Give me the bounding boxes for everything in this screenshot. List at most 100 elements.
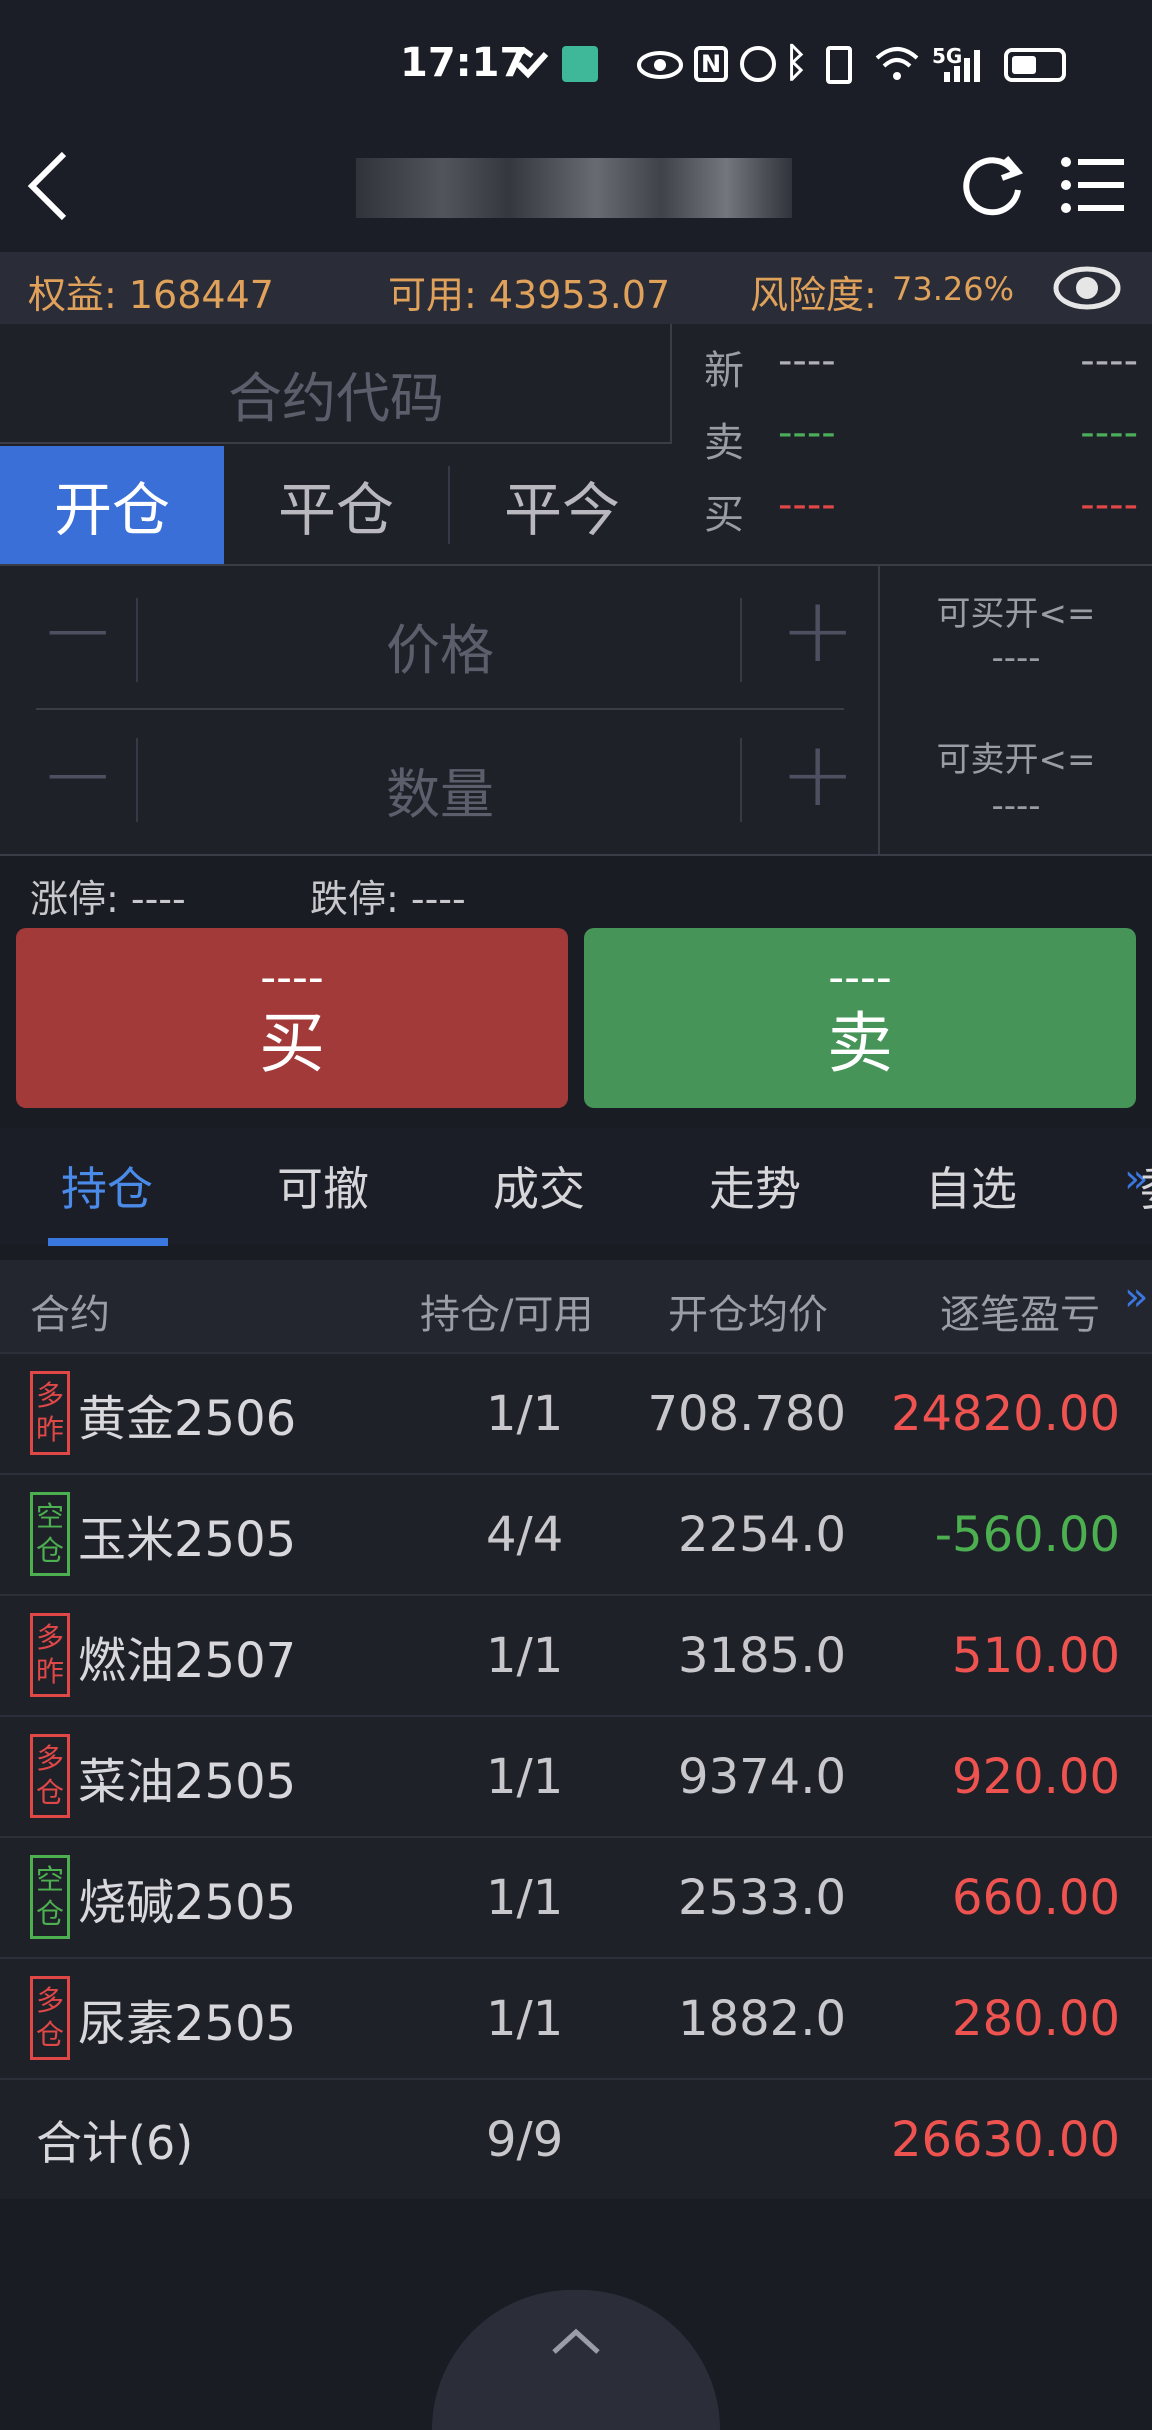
bluetooth-icon: ᛒ [784, 40, 808, 86]
quote-label: 买 [704, 492, 744, 538]
pnl-value: 510.00 [952, 1627, 1120, 1684]
expand-panel-button[interactable] [432, 2290, 720, 2430]
hold-value: 1/1 [486, 1627, 564, 1684]
eye-toggle-icon[interactable] [1052, 264, 1122, 312]
avg-price: 2533.0 [678, 1869, 846, 1926]
table-row[interactable]: 空仓 玉米2505 4/4 2254.0 -560.00 [0, 1473, 1152, 1594]
refresh-icon[interactable] [960, 152, 1026, 218]
nfc-icon: N [694, 46, 728, 82]
contract-name: 菜油2505 [78, 1753, 297, 1810]
contract-name: 燃油2507 [78, 1632, 297, 1689]
buy-button[interactable]: ---- 买 [16, 928, 568, 1108]
buy-label: 买 [259, 1005, 325, 1082]
sell-button[interactable]: ---- 卖 [584, 928, 1136, 1108]
pnl-value: 660.00 [952, 1869, 1120, 1926]
equity-value: 权益: 168447 [28, 273, 274, 317]
divider [36, 708, 844, 710]
qty-minus-button[interactable]: − [40, 730, 115, 820]
badge-short: 空仓 [30, 1492, 70, 1576]
sell-label: 卖 [827, 1005, 893, 1082]
quote-left: ---- [778, 410, 836, 456]
order-panel-inputs: − 价格 + − 数量 + 可买开<= ---- 可卖开<= ---- [0, 566, 1152, 856]
pnl-value: -560.00 [934, 1506, 1120, 1563]
pnl-value: 920.00 [952, 1748, 1120, 1805]
tab-open[interactable]: 开仓 [0, 446, 224, 564]
header-avg-price: 开仓均价 [668, 1292, 828, 1338]
buy-price: ---- [260, 952, 324, 1003]
chevron-left-icon[interactable] [24, 148, 74, 224]
tab-cancelable[interactable]: 可撤 [242, 1128, 404, 1244]
table-header: 合约 持仓/可用 开仓均价 逐笔盈亏 » [0, 1260, 1152, 1352]
active-tab-indicator [48, 1238, 168, 1246]
quote-right: ---- [1080, 482, 1138, 528]
quote-panel: 新 ---- ---- 卖 ---- ---- 买 ---- ---- [674, 324, 1152, 564]
hold-value: 1/1 [486, 1385, 564, 1442]
badge-long: 多仓 [30, 1976, 70, 2060]
badge-long: 多昨 [30, 1613, 70, 1697]
risk-label: 风险度: [750, 273, 877, 317]
qty-input[interactable]: 数量 [140, 750, 740, 829]
available-value: 可用: 43953.07 [388, 273, 671, 317]
header-hold: 持仓/可用 [420, 1292, 594, 1338]
price-input[interactable]: 价格 [140, 606, 740, 685]
nav-bar [0, 130, 1152, 252]
header-contract: 合约 [30, 1292, 110, 1338]
can-sell-label: 可卖开<= [936, 740, 1096, 780]
total-label: 合计(6) [36, 2115, 194, 2170]
table-row[interactable]: 空仓 烧碱2505 1/1 2533.0 660.00 [0, 1836, 1152, 1957]
can-buy-label: 可买开<= [936, 594, 1096, 634]
tab-close[interactable]: 平仓 [224, 446, 448, 564]
pnl-value: 280.00 [952, 1990, 1120, 2047]
quote-row-ask: 卖 ---- ---- [674, 402, 1152, 474]
tab-orders-partial[interactable]: 委 [1140, 1128, 1152, 1244]
vibrate-icon [826, 46, 852, 84]
quote-row-bid: 买 ---- ---- [674, 474, 1152, 546]
avg-price: 708.780 [647, 1385, 847, 1442]
alarm-icon [740, 46, 776, 82]
quote-row-last: 新 ---- ---- [674, 330, 1152, 402]
tab-trades[interactable]: 成交 [458, 1128, 620, 1244]
badge-short: 空仓 [30, 1855, 70, 1939]
avg-price: 9374.0 [678, 1748, 846, 1805]
table-row[interactable]: 多仓 尿素2505 1/1 1882.0 280.00 [0, 1957, 1152, 2078]
contract-name: 尿素2505 [78, 1995, 297, 2052]
price-limits: 涨停: ---- 跌停: ---- [0, 858, 1152, 928]
menu-icon[interactable] [1060, 154, 1126, 216]
table-row[interactable]: 多昨 黄金2506 1/1 708.780 24820.00 [0, 1352, 1152, 1473]
quote-right: ---- [1080, 338, 1138, 384]
badge-long: 多昨 [30, 1371, 70, 1455]
divider [136, 738, 138, 822]
tab-close-today[interactable]: 平今 [450, 446, 674, 564]
avg-price: 2254.0 [678, 1506, 846, 1563]
bottom-tabs: 持仓 可撤 成交 走势 自选 » 委 [0, 1128, 1152, 1246]
divider [136, 598, 138, 682]
table-row[interactable]: 多昨 燃油2507 1/1 3185.0 510.00 [0, 1594, 1152, 1715]
price-plus-button[interactable]: + [780, 586, 855, 676]
total-hold: 9/9 [486, 2111, 564, 2168]
hold-value: 1/1 [486, 1990, 564, 2047]
quote-right: ---- [1080, 410, 1138, 456]
limit-up: 涨停: ---- [30, 877, 186, 921]
total-pnl: 26630.00 [890, 2111, 1120, 2168]
price-minus-button[interactable]: − [40, 586, 115, 676]
contract-code-placeholder: 合约代码 [228, 367, 444, 430]
signal-icon [944, 50, 980, 82]
tab-trend[interactable]: 走势 [674, 1128, 836, 1244]
contract-name: 玉米2505 [78, 1511, 297, 1568]
tab-positions[interactable]: 持仓 [26, 1128, 188, 1244]
avg-price: 1882.0 [678, 1990, 846, 2047]
divider [740, 738, 742, 822]
qty-plus-button[interactable]: + [780, 730, 855, 820]
hold-value: 1/1 [486, 1869, 564, 1926]
header-pnl: 逐笔盈亏 [940, 1292, 1100, 1338]
can-buy-value: ---- [991, 638, 1041, 678]
double-chevron-right-icon[interactable]: » [1124, 1274, 1148, 1320]
battery-icon [1004, 48, 1066, 82]
badge-long: 多仓 [30, 1734, 70, 1818]
chevron-up-icon [552, 2328, 600, 2354]
table-row[interactable]: 多仓 菜油2505 1/1 9374.0 920.00 [0, 1715, 1152, 1836]
contract-code-input[interactable]: 合约代码 [0, 324, 672, 444]
hold-value: 4/4 [486, 1506, 564, 1563]
quote-label: 新 [704, 348, 744, 394]
tab-watchlist[interactable]: 自选 [890, 1128, 1052, 1244]
